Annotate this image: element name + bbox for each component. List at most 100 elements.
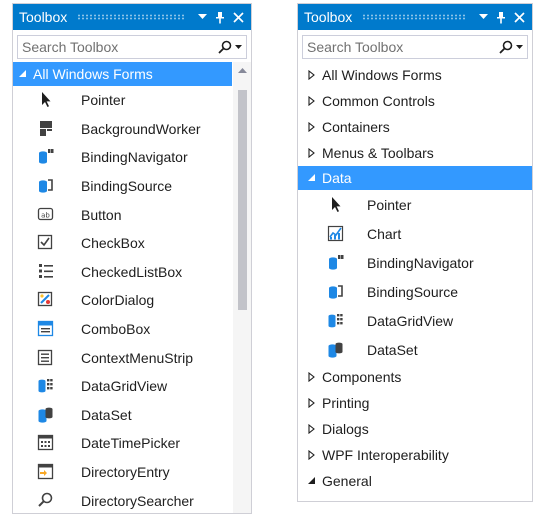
- toolbox-item[interactable]: DataSet: [298, 335, 532, 364]
- expanded-arrow-icon[interactable]: [19, 70, 33, 78]
- scrollbar-thumb[interactable]: [238, 90, 247, 310]
- toolbox-item[interactable]: Pointer: [298, 190, 532, 219]
- collapsed-arrow-icon[interactable]: [308, 372, 322, 382]
- toolbox-category[interactable]: Printing: [298, 390, 532, 416]
- toolbox-item-label: Chart: [367, 225, 402, 242]
- toolbox-category[interactable]: All Windows Forms: [298, 62, 532, 88]
- toolbox-item[interactable]: DateTimePicker: [13, 429, 251, 458]
- pin-icon[interactable]: [211, 7, 229, 27]
- toolbox-item[interactable]: DataSet: [13, 401, 251, 430]
- datetimepicker-icon: [35, 434, 57, 452]
- toolbox-category[interactable]: WPF Interoperability: [298, 442, 532, 468]
- toolbox-item-label: BindingNavigator: [367, 254, 474, 271]
- toolbox-item-label: BackgroundWorker: [81, 120, 201, 137]
- toolbox-category[interactable]: Menus & Toolbars: [298, 140, 532, 166]
- window-position-dropdown-icon[interactable]: [474, 7, 492, 27]
- toolbox-category[interactable]: Common Controls: [298, 88, 532, 114]
- toolbox-item[interactable]: ContextMenuStrip: [13, 343, 251, 372]
- vertical-scrollbar[interactable]: [233, 62, 251, 513]
- toolbox-item-label: DirectorySearcher: [81, 492, 194, 509]
- collapsed-arrow-icon[interactable]: [308, 96, 322, 106]
- search-toolbox-input[interactable]: Search Toolbox: [17, 35, 247, 59]
- category-label: Dialogs: [322, 421, 369, 437]
- toolbox-panel-left: Toolbox Search Toolbox All Windows Forms…: [12, 3, 252, 514]
- toolbox-panel-right: Toolbox Search Toolbox All Windows Forms…: [297, 3, 533, 502]
- toolbox-item[interactable]: DirectoryEntry: [13, 458, 251, 487]
- toolbox-item-label: Pointer: [81, 92, 126, 109]
- collapsed-arrow-icon[interactable]: [308, 148, 322, 158]
- toolbox-title: Toolbox: [19, 9, 68, 25]
- toolbox-item[interactable]: Chart: [298, 219, 532, 248]
- title-drag-grip[interactable]: [77, 14, 185, 20]
- toolbox-category[interactable]: Data: [298, 166, 532, 190]
- category-label: WPF Interoperability: [322, 447, 449, 463]
- toolbox-item-label: DateTimePicker: [81, 435, 181, 452]
- toolbox-item-label: ColorDialog: [81, 292, 155, 309]
- toolbox-item[interactable]: ab Button: [13, 200, 251, 229]
- toolbox-item[interactable]: DataGridView: [13, 372, 251, 401]
- chevron-down-icon: [235, 45, 242, 49]
- search-options[interactable]: [218, 40, 242, 54]
- toolbox-item[interactable]: BindingNavigator: [13, 143, 251, 172]
- checkbox-icon: [35, 234, 57, 252]
- toolbox-item[interactable]: BindingNavigator: [298, 248, 532, 277]
- close-icon[interactable]: [510, 7, 528, 27]
- toolbox-item-label: DataSet: [81, 406, 132, 423]
- search-icon: [218, 40, 232, 54]
- collapsed-arrow-icon[interactable]: [308, 450, 322, 460]
- toolbox-title-bar[interactable]: Toolbox: [13, 4, 251, 30]
- dataset-icon: [325, 341, 347, 359]
- category-label: Printing: [322, 395, 370, 411]
- toolbox-item[interactable]: DirectorySearcher: [13, 486, 251, 513]
- toolbox-title-bar[interactable]: Toolbox: [298, 4, 532, 30]
- search-options[interactable]: [499, 40, 523, 54]
- toolbox-item[interactable]: BackgroundWorker: [13, 115, 251, 144]
- window-position-dropdown-icon[interactable]: [193, 7, 211, 27]
- category-label: Data: [322, 170, 352, 186]
- collapsed-arrow-icon[interactable]: [308, 398, 322, 408]
- expanded-arrow-icon[interactable]: [308, 174, 322, 182]
- category-all-windows-forms[interactable]: All Windows Forms: [13, 62, 232, 86]
- binding-navigator-icon: [325, 254, 347, 272]
- toolbox-item[interactable]: CheckBox: [13, 229, 251, 258]
- toolbox-item[interactable]: DataGridView: [298, 306, 532, 335]
- directory-searcher-icon: [35, 492, 57, 510]
- toolbox-category[interactable]: General: [298, 468, 532, 494]
- scroll-up-arrow-icon[interactable]: [237, 66, 247, 74]
- search-icon: [499, 40, 513, 54]
- category-label: Components: [322, 369, 402, 385]
- toolbox-category[interactable]: Containers: [298, 114, 532, 140]
- toolbox-item-label: BindingSource: [367, 283, 459, 300]
- toolbox-title: Toolbox: [304, 9, 353, 25]
- toolbox-item-label: DataGridView: [367, 312, 454, 329]
- toolbox-item[interactable]: ColorDialog: [13, 286, 251, 315]
- context-menu-strip-icon: [35, 349, 57, 367]
- toolbox-item[interactable]: BindingSource: [298, 277, 532, 306]
- toolbox-item-label: Button: [81, 206, 122, 223]
- collapsed-arrow-icon[interactable]: [308, 424, 322, 434]
- toolbox-category[interactable]: Components: [298, 364, 532, 390]
- title-drag-grip[interactable]: [362, 14, 466, 20]
- toolbox-tree: All Windows Forms Common Controls Containe…: [298, 62, 532, 494]
- toolbox-item-label: CheckedListBox: [81, 263, 183, 280]
- close-icon[interactable]: [229, 7, 247, 27]
- toolbox-tree: All Windows Forms Pointer BackgroundWorke…: [13, 62, 251, 513]
- background-worker-icon: [35, 120, 57, 138]
- toolbox-item-label: BindingNavigator: [81, 149, 188, 166]
- search-placeholder: Search Toolbox: [307, 39, 404, 55]
- category-label: All Windows Forms: [33, 66, 153, 82]
- toolbox-item[interactable]: BindingSource: [13, 172, 251, 201]
- binding-navigator-icon: [35, 148, 57, 166]
- toolbox-item[interactable]: ComboBox: [13, 315, 251, 344]
- toolbox-category[interactable]: Dialogs: [298, 416, 532, 442]
- expanded-arrow-icon[interactable]: [308, 477, 322, 485]
- svg-text:ab: ab: [41, 211, 50, 219]
- chevron-down-icon: [516, 45, 523, 49]
- search-toolbox-input[interactable]: Search Toolbox: [302, 35, 528, 59]
- collapsed-arrow-icon[interactable]: [308, 122, 322, 132]
- toolbox-item[interactable]: Pointer: [13, 86, 251, 115]
- collapsed-arrow-icon[interactable]: [308, 70, 322, 80]
- pin-icon[interactable]: [492, 7, 510, 27]
- color-dialog-icon: [35, 291, 57, 309]
- toolbox-item[interactable]: CheckedListBox: [13, 258, 251, 287]
